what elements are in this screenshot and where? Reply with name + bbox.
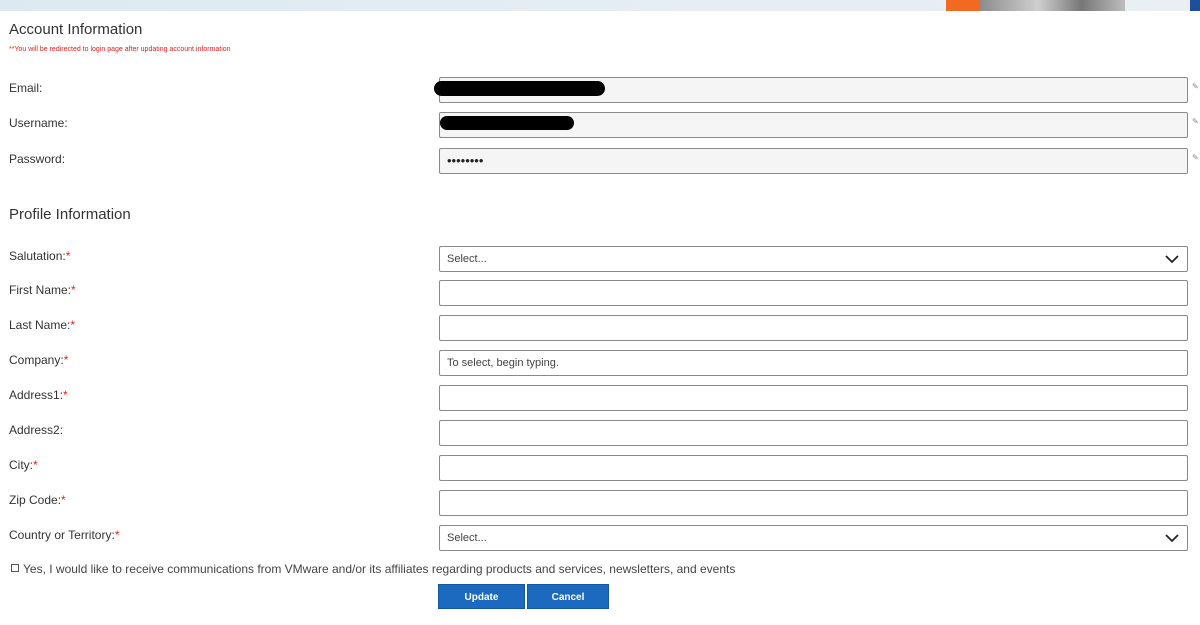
- last-name-label: Last Name:*: [9, 318, 76, 332]
- chevron-down-icon: [1165, 534, 1179, 543]
- pencil-icon[interactable]: ✎: [1192, 82, 1199, 91]
- country-value: Select...: [447, 532, 487, 544]
- salutation-value: Select...: [447, 253, 487, 265]
- pencil-icon[interactable]: ✎: [1192, 153, 1199, 162]
- communications-checkbox[interactable]: [11, 564, 19, 572]
- profile-info-heading: Profile Information: [9, 206, 131, 223]
- zip-code-label: Zip Code:*: [9, 493, 66, 507]
- password-label: Password:: [9, 152, 66, 166]
- company-input[interactable]: To select, begin typing.: [439, 350, 1188, 376]
- account-info-heading: Account Information: [9, 21, 143, 38]
- username-label: Username:: [9, 116, 68, 130]
- email-redaction: [434, 81, 605, 96]
- update-button[interactable]: Update: [438, 584, 525, 609]
- address1-label: Address1:*: [9, 388, 68, 402]
- top-banner: [0, 0, 1200, 11]
- banner-orange-strip: [946, 0, 980, 11]
- communications-optin: Yes, I would like to receive communicati…: [11, 562, 735, 576]
- chevron-down-icon: [1165, 255, 1179, 264]
- last-name-input[interactable]: [439, 315, 1188, 341]
- salutation-label: Salutation:*: [9, 249, 71, 263]
- address2-label: Address2:: [9, 423, 64, 437]
- address2-input[interactable]: [439, 420, 1188, 446]
- pencil-icon[interactable]: ✎: [1192, 117, 1199, 126]
- first-name-input[interactable]: [439, 280, 1188, 306]
- redirect-note: **You will be redirected to login page a…: [9, 46, 231, 53]
- zip-code-input[interactable]: [439, 490, 1188, 516]
- password-field[interactable]: ••••••••: [439, 148, 1188, 174]
- city-input[interactable]: [439, 455, 1188, 481]
- username-redaction: [440, 116, 574, 130]
- city-label: City:*: [9, 458, 38, 472]
- banner-image: [980, 0, 1125, 11]
- country-select[interactable]: Select...: [439, 525, 1188, 551]
- address1-input[interactable]: [439, 385, 1188, 411]
- cancel-button[interactable]: Cancel: [527, 584, 609, 609]
- banner-blue-strip: [1190, 0, 1200, 11]
- email-label: Email:: [9, 81, 43, 95]
- communications-text: Yes, I would like to receive communicati…: [23, 562, 736, 576]
- first-name-label: First Name:*: [9, 283, 76, 297]
- country-label: Country or Territory:*: [9, 528, 120, 542]
- company-label: Company:*: [9, 353, 69, 367]
- salutation-select[interactable]: Select...: [439, 246, 1188, 272]
